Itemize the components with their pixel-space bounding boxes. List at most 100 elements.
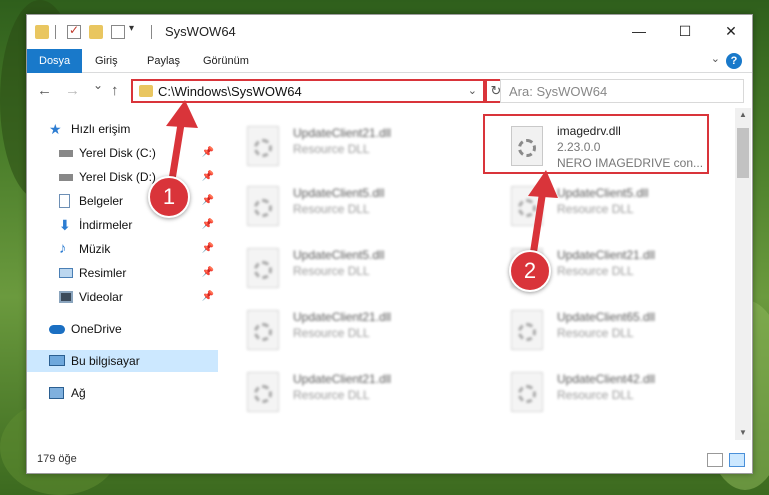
sidebar-item-label: Videolar <box>79 290 123 304</box>
dll-file-icon <box>247 126 279 166</box>
search-input[interactable]: Ara: SysWOW64 <box>500 79 744 103</box>
file-name: UpdateClient21.dll <box>293 126 392 140</box>
file-name: UpdateClient5.dll <box>557 186 649 200</box>
minimize-button[interactable]: — <box>616 15 662 47</box>
scroll-up-icon[interactable]: ▲ <box>735 108 751 122</box>
separator <box>55 25 56 39</box>
sidebar-item-network[interactable]: Ağ <box>27 382 218 404</box>
network-icon <box>49 387 64 399</box>
expand-ribbon-icon[interactable]: ⌄ <box>711 52 720 65</box>
folder-icon <box>139 85 153 97</box>
list-item[interactable]: UpdateClient21.dll Resource DLL <box>237 118 467 174</box>
recent-locations-button[interactable]: ⌄ <box>93 78 103 92</box>
file-explorer-window: ▾ SysWOW64 — ☐ ✕ Dosya Giriş Paylaş Görü… <box>26 14 753 474</box>
address-bar[interactable]: C:\Windows\SysWOW64 ⌄ <box>131 79 485 103</box>
sidebar-item-this-pc[interactable]: Bu bilgisayar <box>27 350 218 372</box>
details-view-icon[interactable] <box>707 453 723 467</box>
music-icon: ♪ <box>59 240 67 257</box>
folder-icon <box>35 25 49 39</box>
sidebar-item-onedrive[interactable]: OneDrive <box>27 318 218 340</box>
tab-gorunum[interactable]: Görünüm <box>191 49 261 73</box>
file-name: UpdateClient21.dll <box>293 310 392 324</box>
pin-icon[interactable]: 📌 <box>202 166 214 188</box>
address-path[interactable]: C:\Windows\SysWOW64 <box>158 84 302 99</box>
sidebar-item-downloads[interactable]: ⬇ İndirmeler 📌 <box>27 214 218 236</box>
large-icons-view-icon[interactable] <box>729 453 745 467</box>
up-button[interactable]: ↑ <box>111 82 119 99</box>
file-name: UpdateClient21.dll <box>557 248 656 262</box>
sidebar-item-label: İndirmeler <box>79 218 133 232</box>
file-name: UpdateClient42.dll <box>557 372 656 386</box>
sidebar-item-label: Belgeler <box>79 194 124 208</box>
step-badge-1: 1 <box>148 176 190 218</box>
tab-paylas[interactable]: Paylaş <box>135 49 192 73</box>
navigation-pane: ★ Hızlı erişim Yerel Disk (C:) 📌 Yerel D… <box>27 108 218 440</box>
sidebar-item-disk-c[interactable]: Yerel Disk (C:) 📌 <box>27 142 218 164</box>
pin-icon[interactable]: 📌 <box>202 262 214 284</box>
cloud-icon <box>49 325 65 334</box>
new-folder-icon[interactable] <box>89 25 103 39</box>
list-item[interactable]: UpdateClient21.dll Resource DLL <box>237 302 467 358</box>
document-icon <box>59 194 70 208</box>
back-button[interactable]: ← <box>37 82 52 99</box>
file-description: Resource DLL <box>293 202 370 216</box>
file-name: UpdateClient21.dll <box>293 372 392 386</box>
scroll-thumb[interactable] <box>737 128 749 178</box>
sidebar-item-label: Ağ <box>71 386 86 400</box>
forward-button[interactable]: → <box>65 82 80 99</box>
file-description: Resource DLL <box>557 264 634 278</box>
list-item[interactable]: UpdateClient42.dll Resource DLL <box>501 364 731 420</box>
separator <box>151 25 152 39</box>
ribbon-tabs: Dosya Giriş Paylaş Görünüm ⌄ ? <box>27 49 752 73</box>
help-button[interactable]: ? <box>726 53 742 69</box>
chevron-down-icon[interactable]: ⌄ <box>468 84 477 97</box>
computer-icon <box>49 355 65 366</box>
list-item[interactable]: UpdateClient65.dll Resource DLL <box>501 302 731 358</box>
vertical-scrollbar[interactable]: ▲ ▼ <box>735 108 751 440</box>
sidebar-item-quick-access[interactable]: ★ Hızlı erişim <box>27 118 218 140</box>
sidebar-item-music[interactable]: ♪ Müzik 📌 <box>27 238 218 260</box>
sidebar-item-label: Yerel Disk (D:) <box>79 170 156 184</box>
file-name: UpdateClient5.dll <box>293 186 385 200</box>
dll-file-icon <box>247 372 279 412</box>
navigation-bar: ← → ⌄ ↑ C:\Windows\SysWOW64 ⌄ ↻ Ara: Sys… <box>27 74 752 108</box>
list-item[interactable]: UpdateClient5.dll Resource DLL <box>237 240 467 296</box>
sidebar-item-label: Müzik <box>79 242 111 256</box>
file-description: Resource DLL <box>293 326 370 340</box>
close-button[interactable]: ✕ <box>708 15 754 47</box>
tab-dosya[interactable]: Dosya <box>27 49 83 73</box>
pin-icon[interactable]: 📌 <box>202 238 214 260</box>
sidebar-item-disk-d[interactable]: Yerel Disk (D:) 📌 <box>27 166 218 188</box>
list-item[interactable]: UpdateClient21.dll Resource DLL <box>237 364 467 420</box>
dll-file-icon <box>511 310 543 350</box>
sidebar-item-label: Hızlı erişim <box>71 122 131 136</box>
list-item[interactable]: UpdateClient5.dll Resource DLL <box>237 178 467 234</box>
video-icon <box>59 291 73 303</box>
scroll-down-icon[interactable]: ▼ <box>735 426 751 440</box>
sidebar-item-label: Bu bilgisayar <box>71 354 140 368</box>
file-description: Resource DLL <box>293 388 370 402</box>
sidebar-item-label: OneDrive <box>71 322 122 336</box>
list-item[interactable]: UpdateClient5.dll Resource DLL <box>501 178 731 234</box>
sidebar-item-videos[interactable]: Videolar 📌 <box>27 286 218 308</box>
maximize-button[interactable]: ☐ <box>662 15 708 47</box>
dll-file-icon <box>247 186 279 226</box>
highlight-box <box>483 114 709 174</box>
file-description: Resource DLL <box>557 326 634 340</box>
pin-icon[interactable]: 📌 <box>202 142 214 164</box>
sidebar-item-pictures[interactable]: Resimler 📌 <box>27 262 218 284</box>
window-title: SysWOW64 <box>165 24 236 39</box>
search-placeholder: Ara: SysWOW64 <box>509 84 608 99</box>
properties-icon[interactable] <box>67 23 81 39</box>
pin-icon[interactable]: 📌 <box>202 190 214 212</box>
pin-icon[interactable]: 📌 <box>202 214 214 236</box>
chevron-down-icon[interactable]: ▾ <box>129 23 143 37</box>
sidebar-item-label: Resimler <box>79 266 127 280</box>
download-icon: ⬇ <box>59 217 71 233</box>
customize-toolbar-icon[interactable] <box>111 25 125 39</box>
file-description: Resource DLL <box>293 142 370 156</box>
title-bar: ▾ SysWOW64 — ☐ ✕ <box>27 15 752 49</box>
file-name: UpdateClient65.dll <box>557 310 656 324</box>
tab-giris[interactable]: Giriş <box>83 49 130 73</box>
pin-icon[interactable]: 📌 <box>202 286 214 308</box>
